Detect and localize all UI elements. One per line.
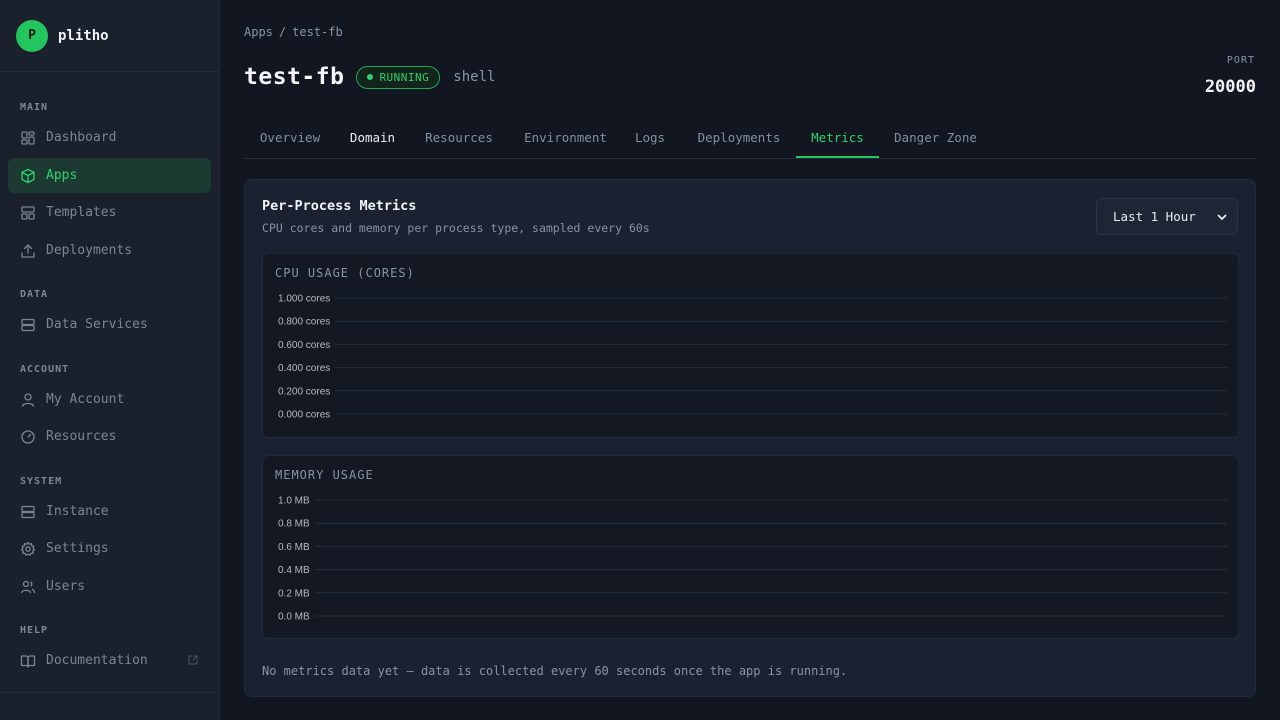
sidebar-item-deployments[interactable]: Deployments (8, 233, 211, 268)
tab-overview[interactable]: Overview (244, 120, 336, 158)
sidebar-item-label: My Account (46, 392, 125, 407)
tab-bar: Overview Domain Resources Environment Lo… (244, 120, 1256, 159)
y-tick-label: 1.0 MB (278, 496, 310, 507)
sidebar-item-label: Apps (46, 168, 78, 183)
sidebar: P plitho MAIN Dashboard Apps Templates D… (0, 0, 220, 720)
chevron-down-icon (1217, 214, 1227, 220)
metrics-title: Per-Process Metrics (262, 198, 417, 214)
tab-metrics[interactable]: Metrics (796, 120, 879, 158)
memory-chart-plot: 1.0 MB 0.8 MB 0.6 MB 0.4 MB 0.2 MB 0.0 MB (278, 496, 1227, 623)
dashboard-icon (21, 130, 35, 145)
tab-danger-zone[interactable]: Danger Zone (881, 120, 990, 158)
sidebar-item-label: Documentation (46, 653, 148, 668)
sidebar-item-resources[interactable]: Resources (8, 419, 211, 454)
brand-logo: P (16, 19, 48, 52)
status-text: RUNNING (379, 70, 430, 84)
y-tick-label: 1.000 cores (278, 294, 330, 305)
section-title-main: MAIN (20, 102, 49, 113)
y-tick-label: 0.400 cores (278, 363, 330, 374)
tab-deployments[interactable]: Deployments (678, 120, 800, 158)
sidebar-item-data-services[interactable]: Data Services (8, 307, 211, 342)
app-type: shell (453, 69, 496, 85)
brand[interactable]: P plitho (0, 0, 219, 72)
sidebar-item-label: Settings (46, 541, 109, 556)
book-icon (20, 654, 36, 668)
sidebar-item-users[interactable]: Users (8, 569, 211, 604)
cube-icon (21, 168, 35, 183)
user-icon (21, 392, 35, 407)
breadcrumb-separator: / (278, 25, 287, 39)
sidebar-item-dashboard[interactable]: Dashboard (8, 120, 211, 155)
main-content: Apps / test-fb test-fb RUNNING shell PORT … (220, 0, 1280, 720)
external-link-icon (188, 655, 198, 665)
empty-state-message: No metrics data yet — data is collected … (262, 664, 848, 678)
breadcrumb-root[interactable]: Apps (244, 25, 273, 39)
users-icon (20, 580, 36, 593)
y-tick-label: 0.8 MB (278, 519, 310, 530)
time-range-select[interactable]: Last 1 Hour (1096, 198, 1238, 235)
sidebar-item-label: Templates (46, 205, 117, 220)
sidebar-item-label: Resources (46, 429, 117, 444)
y-tick-label: 0.000 cores (278, 410, 330, 421)
tab-domain[interactable]: Domain (336, 120, 409, 158)
sidebar-item-documentation[interactable]: Documentation (8, 643, 211, 678)
sidebar-item-label: Dashboard (46, 130, 117, 145)
sidebar-item-label: Deployments (46, 243, 133, 258)
breadcrumb-current: test-fb (292, 25, 343, 39)
tab-resources[interactable]: Resources (410, 120, 508, 158)
brand-name: plitho (58, 27, 109, 44)
y-tick-label: 0.4 MB (278, 565, 310, 576)
y-tick-label: 0.600 cores (278, 340, 330, 351)
server-icon (21, 318, 35, 331)
metrics-card: Per-Process Metrics CPU cores and memory… (244, 179, 1256, 697)
port-label: PORT (1226, 55, 1255, 66)
status-badge: RUNNING (356, 65, 441, 89)
server-icon (21, 505, 35, 518)
section-title-help: HELP (20, 625, 49, 636)
section-title-system: SYSTEM (20, 476, 63, 487)
sidebar-item-label: Data Services (46, 317, 148, 332)
sidebar-item-label: Instance (46, 504, 109, 519)
sidebar-item-instance[interactable]: Instance (8, 494, 211, 529)
status-dot-icon (367, 74, 374, 80)
section-title-data: DATA (20, 289, 49, 300)
breadcrumb: Apps / test-fb (244, 24, 349, 40)
time-range-value: Last 1 Hour (1113, 209, 1196, 224)
y-tick-label: 0.0 MB (278, 612, 310, 623)
port-value: 20000 (1204, 77, 1256, 97)
sidebar-item-label: Users (46, 579, 86, 594)
y-tick-label: 0.200 cores (278, 386, 330, 397)
cpu-chart-plot: 1.000 cores 0.800 cores 0.600 cores 0.400 c… (278, 294, 1227, 421)
sidebar-item-settings[interactable]: Settings (8, 531, 211, 566)
gauge-icon (21, 429, 35, 444)
sidebar-divider (0, 692, 219, 693)
sidebar-item-my-account[interactable]: My Account (8, 382, 211, 417)
tab-logs[interactable]: Logs (622, 120, 678, 158)
tab-environment[interactable]: Environment (509, 120, 622, 158)
sidebar-item-templates[interactable]: Templates (8, 195, 211, 230)
page-title: test-fb (244, 64, 345, 90)
y-tick-label: 0.800 cores (278, 317, 330, 328)
memory-chart: MEMORY USAGE 1.0 MB 0.8 MB 0.6 MB 0.4 MB 0.2… (262, 455, 1239, 639)
section-title-account: ACCOUNT (20, 364, 70, 375)
metrics-subtitle: CPU cores and memory per process type, s… (262, 221, 650, 235)
y-tick-label: 0.2 MB (278, 588, 310, 599)
app-header: test-fb RUNNING shell (244, 62, 495, 92)
cpu-chart: CPU USAGE (CORES) 1.000 cores 0.800 cores… (262, 253, 1239, 438)
gear-icon (20, 541, 36, 556)
sidebar-item-apps[interactable]: Apps (8, 158, 211, 193)
upload-icon (21, 243, 35, 258)
template-icon (21, 205, 35, 220)
y-tick-label: 0.6 MB (278, 542, 310, 553)
